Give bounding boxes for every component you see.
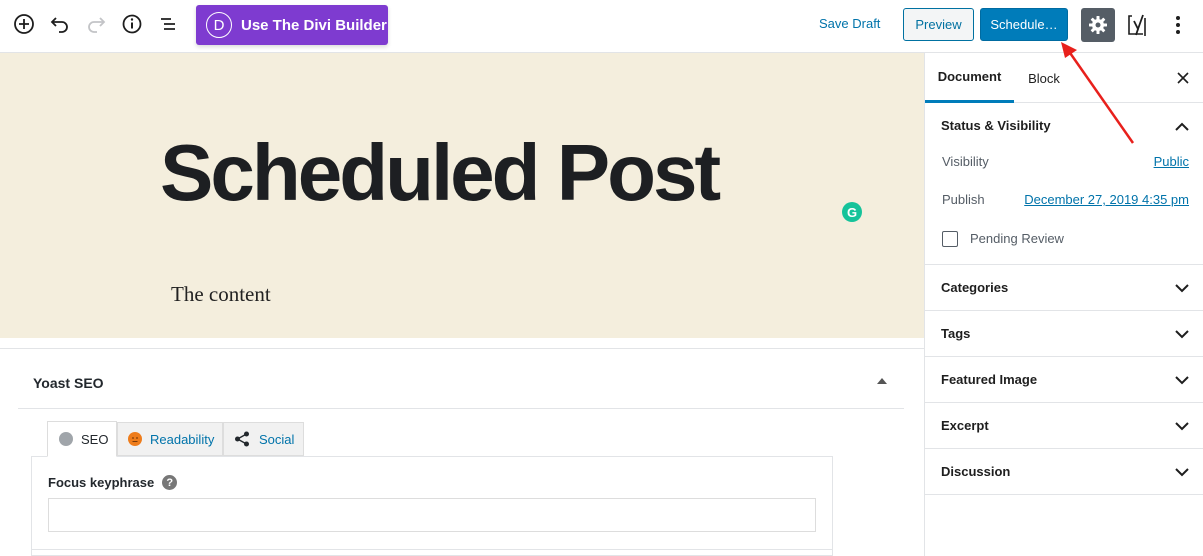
meta-boxes-area: Yoast SEO SEO Readability Social Focus k… — [0, 338, 924, 556]
close-icon[interactable] — [1175, 70, 1191, 86]
post-content-paragraph[interactable]: The content — [171, 282, 271, 307]
focus-keyphrase-input[interactable] — [48, 498, 816, 532]
panel-title: Excerpt — [941, 418, 989, 433]
panel-title: Featured Image — [941, 372, 1038, 387]
settings-gear-button[interactable] — [1081, 8, 1115, 42]
settings-sidebar: Document Block Status & Visibility Visib… — [924, 53, 1203, 556]
yoast-seo-box: Focus keyphrase ? — [31, 456, 833, 556]
panel-title[interactable]: Status & Visibility — [941, 118, 1051, 133]
redo-icon[interactable] — [84, 12, 108, 36]
publish-date-link[interactable]: December 27, 2019 4:35 pm — [1024, 192, 1189, 207]
divider — [18, 408, 904, 409]
panel-tags[interactable]: Tags — [925, 311, 1203, 357]
sidebar-tabs: Document Block — [925, 53, 1203, 103]
gear-icon — [1089, 16, 1107, 34]
preview-button[interactable]: Preview — [903, 8, 974, 41]
undo-icon[interactable] — [48, 12, 72, 36]
seo-score-dot-icon — [59, 432, 73, 446]
outline-list-icon[interactable] — [156, 12, 180, 36]
panel-title: Categories — [941, 280, 1009, 295]
yoast-tab-label: Social — [259, 431, 295, 447]
panel-featured-image[interactable]: Featured Image — [925, 357, 1203, 403]
panel-discussion[interactable]: Discussion — [925, 449, 1203, 495]
visibility-label: Visibility — [942, 154, 989, 169]
collapse-triangle-icon[interactable] — [877, 378, 887, 384]
info-icon[interactable] — [120, 12, 144, 36]
divider — [0, 348, 924, 349]
tab-block[interactable]: Block — [1014, 53, 1074, 103]
status-visibility-panel: Status & Visibility Visibility Public Pu… — [925, 103, 1203, 265]
pending-review-checkbox[interactable] — [942, 231, 958, 247]
panel-title: Tags — [941, 326, 971, 341]
schedule-button[interactable]: Schedule… — [980, 8, 1068, 41]
publish-label: Publish — [942, 192, 985, 207]
top-toolbar: D Use The Divi Builder Save Draft Previe… — [0, 0, 1203, 53]
share-icon — [234, 431, 250, 447]
yoast-tab-social[interactable]: Social — [223, 422, 304, 456]
tab-document[interactable]: Document — [925, 53, 1014, 103]
more-options-icon[interactable] — [1166, 12, 1190, 38]
help-icon[interactable]: ? — [162, 475, 178, 490]
divi-builder-button[interactable]: D Use The Divi Builder — [196, 5, 388, 45]
pending-review-label: Pending Review — [970, 231, 1064, 246]
yoast-tab-seo[interactable]: SEO — [47, 421, 117, 457]
chevron-down-icon[interactable] — [1175, 281, 1189, 295]
yoast-icon[interactable] — [1126, 12, 1150, 38]
chevron-down-icon[interactable] — [1175, 327, 1189, 341]
yoast-tab-label: SEO — [81, 431, 109, 447]
focus-keyphrase-text: Focus keyphrase — [48, 475, 155, 490]
focus-keyphrase-label: Focus keyphrase ? — [48, 475, 178, 490]
editor-canvas[interactable]: Scheduled Post G The content — [0, 53, 924, 338]
grammarly-icon[interactable]: G — [842, 202, 862, 222]
panel-categories[interactable]: Categories — [925, 265, 1203, 311]
yoast-tab-label: Readability — [150, 431, 215, 447]
chevron-down-icon[interactable] — [1175, 373, 1189, 387]
chevron-down-icon[interactable] — [1175, 465, 1189, 479]
panel-excerpt[interactable]: Excerpt — [925, 403, 1203, 449]
visibility-value-link[interactable]: Public — [1154, 154, 1189, 169]
add-block-icon[interactable] — [12, 12, 36, 36]
divi-builder-label: Use The Divi Builder — [241, 16, 387, 34]
panel-title: Discussion — [941, 464, 1011, 479]
readability-face-icon — [128, 432, 142, 446]
yoast-panel-title: Yoast SEO — [33, 375, 104, 391]
chevron-down-icon[interactable] — [1175, 419, 1189, 433]
divi-logo-icon: D — [206, 12, 232, 38]
post-title[interactable]: Scheduled Post — [160, 133, 721, 213]
save-draft-button[interactable]: Save Draft — [819, 16, 880, 31]
divider — [32, 549, 832, 550]
chevron-up-icon[interactable] — [1175, 119, 1189, 133]
yoast-tab-readability[interactable]: Readability — [117, 422, 223, 456]
